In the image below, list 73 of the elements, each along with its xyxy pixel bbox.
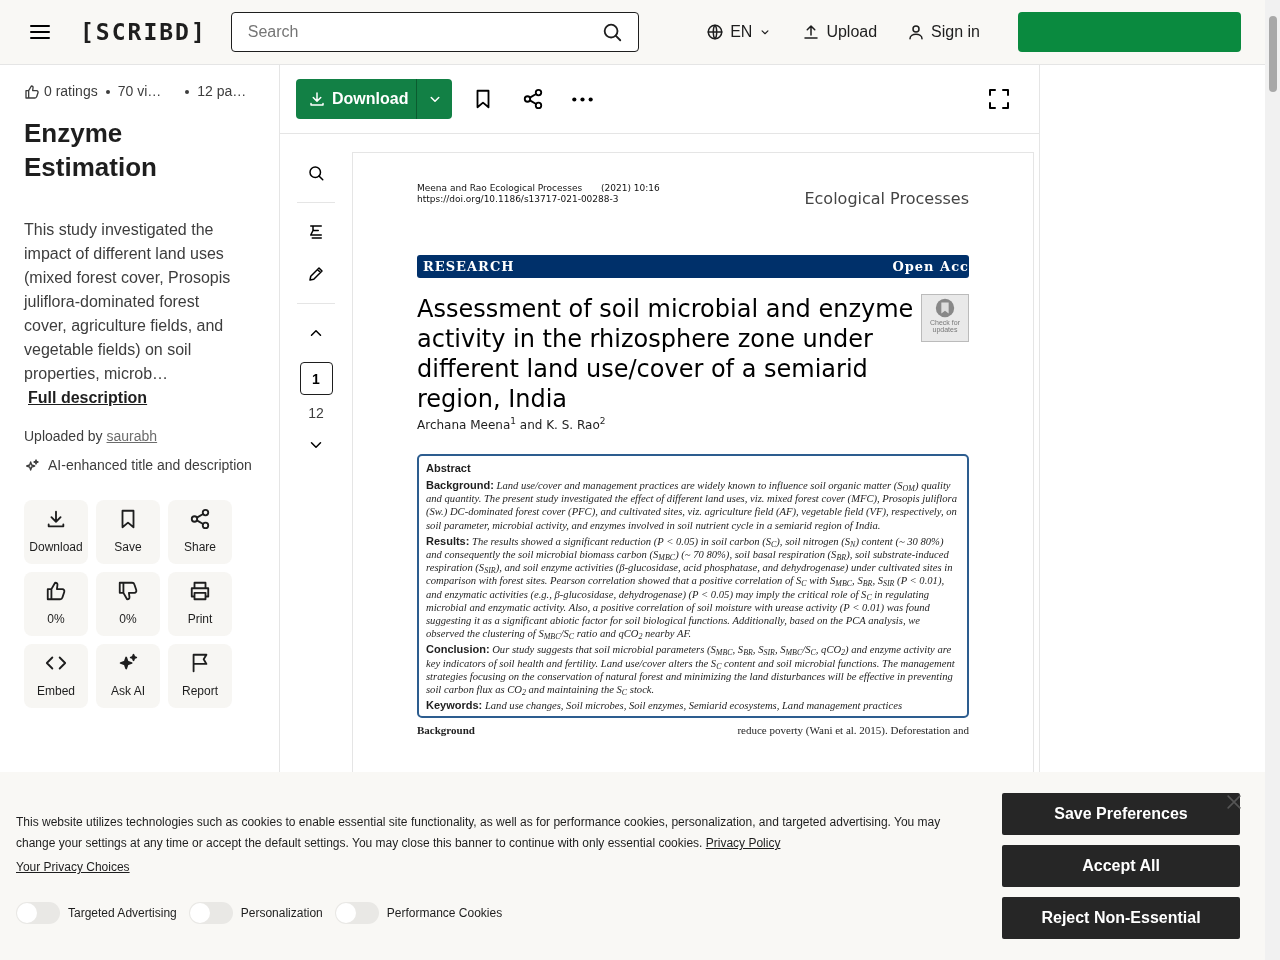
bookmark-action[interactable]: Save bbox=[96, 500, 160, 564]
sparkle-action[interactable]: Ask AI bbox=[96, 644, 160, 708]
more-icon bbox=[572, 96, 594, 102]
thumbs-up-icon bbox=[24, 83, 40, 100]
code-action[interactable]: Embed bbox=[24, 644, 88, 708]
thumbs-up-action[interactable]: 0% bbox=[24, 572, 88, 636]
download-button[interactable]: Download bbox=[296, 79, 417, 119]
thumbs-up-icon bbox=[45, 580, 67, 602]
abstract-paragraph: Background: Land use/cover and management practices are widely known to influence soil organic matter (S$_{OM}$) quality and quantity. The present study investigated the effect of different land uses, viz. mixed forest cover (MFC), Prosopis juliflora (Sw.) DC-dominated forest cover (PFC), and cultivated sites, viz. agriculture field (AF), vegetable field (VF), respectively, on soil parameter, microbial activity, and enzymes involved in soil nutrient cycle in a semiarid region of India. bbox=[426, 479, 958, 532]
abstract-paragraph: Results: The results showed a significant reduction (P < 0.05) in soil carbon (S$_{C}$), soil nitrogen (S$_{N}$) content (~ 30 80%) and consequently the soil microbial biomass carbon (S$_{MBC}$) (~ 70 80%), soil basal respiration (S$_{BR}$), soil substrate-induced respiration (S$_{SIR}$), and soil enzyme activities (β-glucosidase, acid phosphatase, and dehydrogenase) under cultivated sites in comparison with forest sites. Pearson correlation showed that a positive correlation of S$_{C}$ with S$_{MBC}$, S$_{BR}$, S$_{SIR}$ (P < 0.01), and enzymatic activities (e.g., β-glucosidase, dehydrogenase) (P < 0.05) may imply the critical role of S$_{C}$ in regulating microbial and enzymatic activity. Also, a positive correlation of soil moisture with urease activity (P < 0.01) was found suggesting it as a significant abiotic factor for soil biological functions. Additionally, based on the PCA analysis, we observed the clustering of S$_{MBC}$/S$_{C}$ ratio and qCO$_{2}$ nearby AF. bbox=[426, 534, 954, 641]
cookie-button[interactable]: Accept All bbox=[1002, 845, 1240, 887]
toggle-label: Performance Cookies bbox=[386, 905, 503, 922]
sparkle-icon bbox=[24, 457, 40, 474]
language-selector[interactable]: EN bbox=[706, 20, 773, 44]
cookie-button[interactable]: Reject Non-Essential bbox=[1002, 897, 1240, 939]
doi-text: https://doi.org/10.1186/s13717-021-00288-3 bbox=[417, 194, 620, 205]
privacy-policy-link[interactable]: Privacy Policy bbox=[705, 836, 781, 850]
uploader-link[interactable]: saurabh bbox=[106, 428, 158, 444]
printer-action[interactable]: Print bbox=[168, 572, 232, 636]
uploaded-by-label: Uploaded by bbox=[24, 428, 103, 444]
globe-icon bbox=[706, 23, 725, 41]
toggle-label: Targeted Advertising bbox=[68, 905, 177, 922]
cookie-toggle[interactable] bbox=[334, 902, 379, 924]
upload-icon bbox=[802, 23, 821, 41]
document-description: This study investigated the impact of different land uses (mixed forest cover, Prosopis juliflora-dominated forest cover, agriculture fields, and vegetable fields) on soil properties, microb… bbox=[24, 220, 232, 384]
ai-enhanced-note: AI-enhanced title and description bbox=[48, 456, 252, 475]
download-action[interactable]: Download bbox=[24, 500, 88, 564]
logo[interactable]: [SCRIBD] bbox=[80, 14, 207, 50]
close-icon bbox=[1224, 792, 1244, 812]
open-access-label: Open Acc bbox=[892, 258, 969, 276]
cookie-toggle[interactable] bbox=[16, 902, 60, 924]
pages-count: 12 pa… bbox=[197, 82, 247, 101]
fullscreen-icon bbox=[987, 87, 1011, 111]
toggle-label: Personalization bbox=[240, 905, 323, 922]
flag-action[interactable]: Report bbox=[168, 644, 232, 708]
privacy-choices-link[interactable]: Your Privacy Choices bbox=[16, 860, 130, 874]
document-title: Enzyme Estimation bbox=[24, 117, 158, 184]
user-icon bbox=[907, 23, 926, 41]
abstract-heading: Abstract bbox=[426, 460, 472, 476]
share-icon bbox=[189, 508, 211, 530]
views-count: 70 vi… bbox=[117, 82, 162, 101]
page-number-field[interactable]: 1 bbox=[299, 362, 333, 395]
page-total: 12 bbox=[308, 404, 324, 423]
search-icon bbox=[307, 164, 325, 182]
pencil-icon bbox=[307, 265, 325, 283]
ratings-count: 0 ratings bbox=[24, 81, 98, 102]
cookie-button[interactable]: Save Preferences bbox=[1002, 793, 1240, 835]
separator-dot bbox=[105, 89, 110, 94]
abstract-paragraph: Conclusion: Our study suggests that soil microbial parameters (S$_{MBC}$, S$_{BR}$, S$_{SIR}$, S$_{MBC}$/S$_{C}$, qCO$_{2}$) and enzyme activity are key indicators of soil health and fertility. Land use/cover alters the S$_{C}$ content and soil microbial functions. The management strategies focusing on the conservation of natural forest and minimizing the land disturbances will be effective in preventing soil carbon flux as CO$_{2}$ and maintaining the S$_{C}$ stock. bbox=[426, 643, 956, 697]
share-action[interactable]: Share bbox=[168, 500, 232, 564]
body-text: reduce poverty (Wani et al. 2015). Deforestation and bbox=[737, 724, 969, 738]
separator-dot bbox=[185, 89, 190, 94]
article-authors: Archana Meena$^{1}$ and K. S. Rao$^{2}$ bbox=[417, 415, 607, 434]
thumbs-down-action[interactable]: 0% bbox=[96, 572, 160, 636]
download-icon bbox=[45, 508, 67, 530]
article-type: RESEARCH bbox=[423, 258, 515, 276]
search-field[interactable]: Search bbox=[230, 12, 639, 52]
cookie-notice: This website utilizes technologies such as cookies to enable essential site functionality, as well as for performance cookies, personalization, and targeted advertising. You may change your settings at any time or accept the default settings. You may close this banner to continue with only essential cookies. Privacy Policy bbox=[16, 814, 942, 852]
share-icon bbox=[522, 88, 545, 110]
thumbs-down-icon bbox=[117, 580, 139, 602]
citation-line: Meena and Rao Ecological Processes (2021) 10:16 bbox=[417, 183, 660, 194]
download-icon bbox=[308, 90, 326, 108]
badge-icon bbox=[934, 296, 956, 319]
section-heading: Background bbox=[417, 724, 475, 738]
article-title: Assessment of soil microbial and enzyme activity in the rhizosphere zone under different land use/cover of a semiarid region, India bbox=[417, 293, 915, 414]
cookie-toggle[interactable] bbox=[188, 902, 233, 924]
journal-name: Ecological Processes bbox=[804, 188, 969, 210]
download-options-button[interactable] bbox=[416, 79, 453, 119]
printer-icon bbox=[189, 580, 211, 602]
abstract-paragraph: Keywords: Land use changes, Soil microbes, Soil enzymes, Semiarid ecosystems, Land management practices bbox=[426, 699, 903, 713]
full-description-link[interactable]: Full description bbox=[28, 389, 148, 406]
upload-link[interactable]: Upload bbox=[802, 20, 878, 44]
sign-in-link[interactable]: Sign in bbox=[907, 20, 980, 44]
